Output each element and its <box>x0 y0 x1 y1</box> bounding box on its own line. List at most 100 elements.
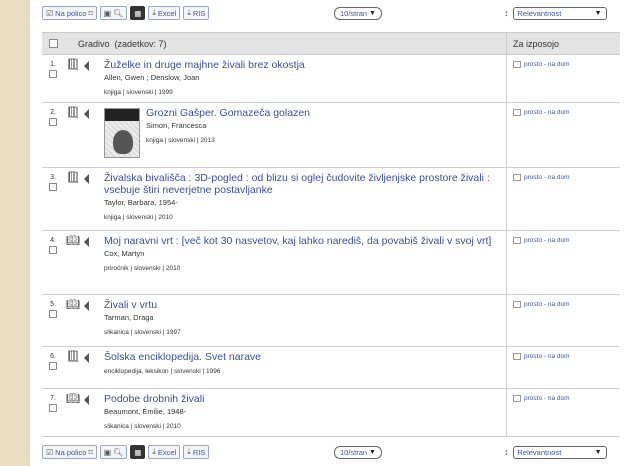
availability-checkbox[interactable] <box>513 174 521 181</box>
add-to-shelf-button[interactable]: ☑ Na polico ⌑ <box>42 6 97 20</box>
availability-status: prosto - na dom <box>524 353 570 360</box>
result-meta: priročnik | slovenski | 2010 <box>104 265 181 273</box>
row-checkbox[interactable] <box>49 404 57 412</box>
result-meta: slikanica | slovenski | 1997 <box>104 329 181 337</box>
sort-select[interactable]: Relevantnost ▼ <box>512 6 607 20</box>
expand-arrow-icon[interactable] <box>83 395 89 405</box>
result-title[interactable]: Šolska enciklopedija. Svet narave <box>104 351 502 363</box>
result-meta: knjiga | slovenski | 2010 <box>104 214 173 222</box>
row-checkbox[interactable] <box>49 246 57 254</box>
result-meta: knjiga | slovenski | 1999 <box>104 89 173 97</box>
result-authors: Cox, Martyn <box>104 249 145 259</box>
row-number: 1. <box>50 61 56 68</box>
row-checkbox[interactable] <box>49 118 57 126</box>
availability-checkbox[interactable] <box>513 301 521 308</box>
table-row: 6. 📕︎ Šolska enciklopedija. Svet narave … <box>42 347 620 389</box>
open-book-icon: 📖︎ <box>66 235 80 247</box>
header-title: Gradivo <box>78 38 110 49</box>
toolbar-bottom: ☑ Na polico ⌑ ▣ 🔍︎ ▦ ⤓ Excel ⤓ RIS 10/st… <box>42 443 622 461</box>
row-checkbox[interactable] <box>49 310 57 318</box>
expand-arrow-icon[interactable] <box>83 353 89 363</box>
per-page-value: 10/stran <box>340 447 368 457</box>
sort-control: ↕ Relevantnost ▼ <box>504 445 607 459</box>
row-number: 5. <box>50 301 56 308</box>
export-excel-button[interactable]: ⤓ Excel <box>148 6 181 20</box>
result-title[interactable]: Grozni Gašper. Gomazeča golazen <box>146 107 502 119</box>
book-icon: 📕︎ <box>66 351 80 363</box>
excel-label: Excel <box>157 447 177 457</box>
book-icon: 📕︎ <box>66 107 80 119</box>
row-checkbox[interactable] <box>49 183 57 191</box>
chevron-down-icon: ▼ <box>367 448 376 456</box>
availability-checkbox[interactable] <box>513 237 521 244</box>
availability-status: prosto - na dom <box>524 174 570 181</box>
sort-select[interactable]: Relevantnost ▼ <box>512 445 607 459</box>
export-excel-button[interactable]: ⤓ Excel <box>148 445 181 459</box>
table-row: 1. 📕︎ Žuželke in druge majhne živali bre… <box>42 55 620 103</box>
expand-arrow-icon[interactable] <box>83 301 89 311</box>
row-checkbox[interactable] <box>49 362 57 370</box>
availability-checkbox[interactable] <box>513 61 521 68</box>
row-number: 4. <box>50 237 56 244</box>
result-title[interactable]: Živalska bivališča : 3D-pogled : od bliz… <box>104 172 502 196</box>
result-authors: Taylor, Barbara, 1954- <box>104 198 178 208</box>
result-title[interactable]: Žuželke in druge majhne živali brez okos… <box>104 59 502 71</box>
search-icon: 🔍︎ <box>113 8 124 18</box>
sort-value: Relevantnost <box>517 447 562 457</box>
add-to-shelf-button[interactable]: ☑ Na polico ⌑ <box>42 445 97 459</box>
availability-checkbox[interactable] <box>513 395 521 402</box>
ris-label: RIS <box>192 447 206 457</box>
print-button[interactable]: ▦ <box>130 445 146 459</box>
title-column-header[interactable]: Gradivo (zadetkov: 7) <box>64 39 506 49</box>
shelf-label: Na polico <box>55 8 87 18</box>
result-meta: knjiga | slovenski | 2013 <box>146 137 215 145</box>
open-book-icon: 📖︎ <box>66 299 80 311</box>
ris-label: RIS <box>192 8 206 18</box>
availability-status: prosto - na dom <box>524 237 570 244</box>
chevron-down-icon: ▼ <box>367 9 376 17</box>
row-number: 2. <box>50 109 56 116</box>
save-view-button[interactable]: ▣ 🔍︎ <box>99 6 128 20</box>
per-page-value: 10/stran <box>340 8 368 18</box>
row-number: 7. <box>50 395 56 402</box>
search-icon: 🔍︎ <box>113 447 124 457</box>
per-page-select[interactable]: 10/stran ▼ <box>334 6 382 20</box>
save-view-button[interactable]: ▣ 🔍︎ <box>99 445 128 459</box>
sort-value: Relevantnost <box>517 8 562 18</box>
export-ris-button[interactable]: ⤓ RIS <box>183 6 210 20</box>
excel-label: Excel <box>157 8 177 18</box>
expand-arrow-icon[interactable] <box>83 174 89 184</box>
availability-checkbox[interactable] <box>513 353 521 360</box>
download-icon: ⤓ <box>152 8 156 17</box>
checkbox-icon: ☑ <box>46 447 54 457</box>
bookmark-icon: ⌑ <box>88 8 93 18</box>
checkbox-icon: ☑ <box>46 8 54 18</box>
result-meta: enciklopedija, leksikon | slovenski | 19… <box>104 368 221 376</box>
table-row: 7. 📖︎ Podobe drobnih živali Beaumont, Ém… <box>42 389 620 437</box>
download-icon: ⤓ <box>187 8 191 17</box>
print-icon: ▦ <box>134 8 142 18</box>
expand-arrow-icon[interactable] <box>83 109 89 119</box>
results-panel: ☑ Na polico ⌑ ▣ 🔍︎ ▦ ⤓ Excel ⤓ RIS 10/st… <box>30 0 628 466</box>
open-book-icon: 📖︎ <box>66 393 80 405</box>
per-page-select[interactable]: 10/stran ▼ <box>334 445 382 459</box>
row-number: 6. <box>50 353 56 360</box>
availability-column-header[interactable]: Za izposojo <box>506 33 620 54</box>
print-button[interactable]: ▦ <box>130 6 146 20</box>
result-title[interactable]: Živali v vrtu <box>104 299 502 311</box>
expand-arrow-icon[interactable] <box>83 237 89 247</box>
row-checkbox[interactable] <box>49 70 57 78</box>
chevron-down-icon: ▼ <box>594 448 602 456</box>
sort-icon: ↕ <box>504 447 509 457</box>
export-ris-button[interactable]: ⤓ RIS <box>183 445 210 459</box>
result-authors: Simon, Francesca <box>146 121 207 131</box>
expand-arrow-icon[interactable] <box>83 61 89 71</box>
result-title[interactable]: Podobe drobnih živali <box>104 393 502 405</box>
result-title[interactable]: Moj naravni vrt : [več kot 30 nasvetov, … <box>104 235 502 247</box>
download-icon: ⤓ <box>152 447 156 456</box>
availability-status: prosto - na dom <box>524 109 570 116</box>
select-all-checkbox[interactable] <box>48 39 58 48</box>
book-cover-image[interactable] <box>104 108 140 158</box>
sort-control: ↕ Relevantnost ▼ <box>504 6 607 20</box>
availability-checkbox[interactable] <box>513 109 521 116</box>
